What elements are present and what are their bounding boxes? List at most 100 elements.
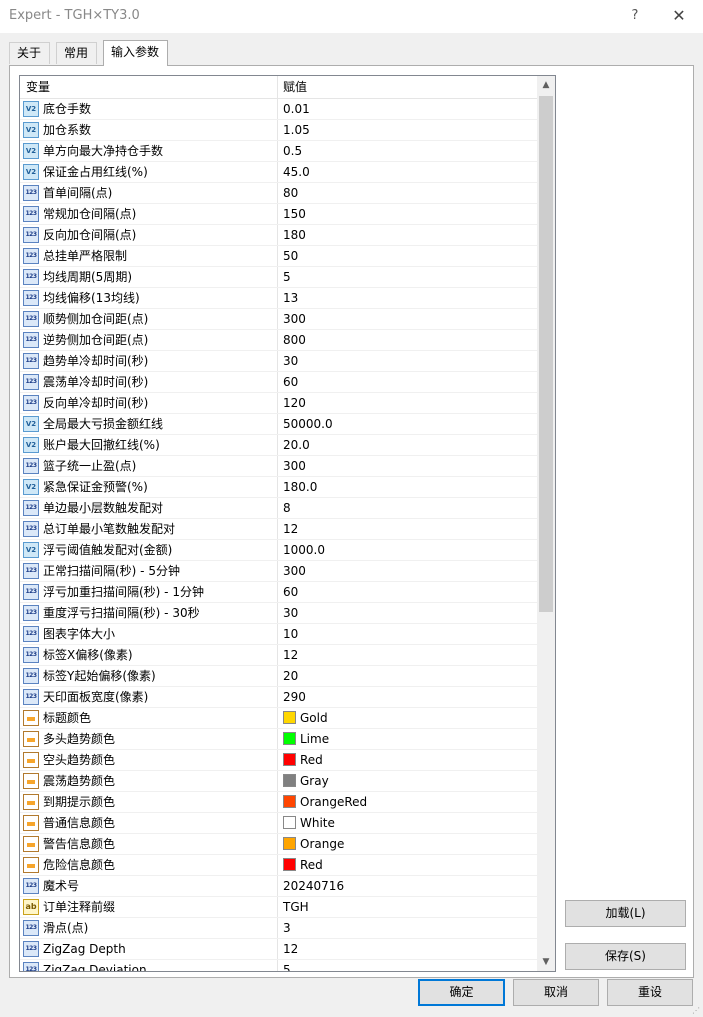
variable-cell[interactable]: V2 底仓手数 [20,99,278,119]
variable-cell[interactable]: 震荡趋势颜色 [20,771,278,791]
value-cell[interactable]: TGH [278,897,537,917]
variable-cell[interactable]: 123 常规加仓间隔(点) [20,204,278,224]
variable-cell[interactable]: V2 全局最大亏损金额红线 [20,414,278,434]
load-button[interactable]: 加载(L) [565,900,686,927]
variable-cell[interactable]: 123 均线偏移(13均线) [20,288,278,308]
table-row[interactable]: 123 图表字体大小 10 [20,624,537,645]
table-row[interactable]: 123 ZigZag Deviation 5 [20,960,537,971]
table-row[interactable]: 123 滑点(点) 3 [20,918,537,939]
variable-cell[interactable]: 123 正常扫描间隔(秒) - 5分钟 [20,561,278,581]
table-row[interactable]: 123 标签X偏移(像素) 12 [20,645,537,666]
value-cell[interactable]: 50 [278,246,537,266]
table-row[interactable]: V2 底仓手数 0.01 [20,99,537,120]
save-button[interactable]: 保存(S) [565,943,686,970]
value-cell[interactable]: 12 [278,645,537,665]
color-swatch[interactable] [283,732,296,745]
variable-cell[interactable]: 123 ZigZag Depth [20,939,278,959]
table-row[interactable]: 123 反向加仓间隔(点) 180 [20,225,537,246]
variable-cell[interactable]: 123 总挂单严格限制 [20,246,278,266]
value-cell[interactable]: 300 [278,309,537,329]
table-row[interactable]: V2 全局最大亏损金额红线 50000.0 [20,414,537,435]
value-cell[interactable]: Gold [278,708,537,728]
table-row[interactable]: 123 单边最小层数触发配对 8 [20,498,537,519]
variable-cell[interactable]: 普通信息颜色 [20,813,278,833]
variable-cell[interactable]: 到期提示颜色 [20,792,278,812]
table-row[interactable]: 123 震荡单冷却时间(秒) 60 [20,372,537,393]
value-cell[interactable]: 60 [278,372,537,392]
table-row[interactable]: V2 单方向最大净持仓手数 0.5 [20,141,537,162]
variable-cell[interactable]: 123 魔术号 [20,876,278,896]
tab-about[interactable]: 关于 [9,42,50,64]
value-cell[interactable]: 3 [278,918,537,938]
table-row[interactable]: 123 篮子统一止盈(点) 300 [20,456,537,477]
value-cell[interactable]: 180 [278,225,537,245]
variable-cell[interactable]: 123 反向单冷却时间(秒) [20,393,278,413]
table-row[interactable]: 多头趋势颜色 Lime [20,729,537,750]
variable-cell[interactable]: 123 篮子统一止盈(点) [20,456,278,476]
variable-cell[interactable]: ab 订单注释前缀 [20,897,278,917]
value-cell[interactable]: 1000.0 [278,540,537,560]
value-cell[interactable]: White [278,813,537,833]
table-row[interactable]: 标题颜色 Gold [20,708,537,729]
color-swatch[interactable] [283,753,296,766]
variable-cell[interactable]: V2 单方向最大净持仓手数 [20,141,278,161]
help-button[interactable]: ? [625,6,645,26]
variable-cell[interactable]: 123 图表字体大小 [20,624,278,644]
value-cell[interactable]: 80 [278,183,537,203]
table-row[interactable]: 空头趋势颜色 Red [20,750,537,771]
table-row[interactable]: 到期提示颜色 OrangeRed [20,792,537,813]
color-swatch[interactable] [283,858,296,871]
variable-cell[interactable]: V2 保证金占用红线(%) [20,162,278,182]
variable-cell[interactable]: 空头趋势颜色 [20,750,278,770]
value-cell[interactable]: 150 [278,204,537,224]
value-cell[interactable]: 60 [278,582,537,602]
value-cell[interactable]: OrangeRed [278,792,537,812]
table-row[interactable]: 123 天印面板宽度(像素) 290 [20,687,537,708]
value-cell[interactable]: Gray [278,771,537,791]
table-row[interactable]: 123 常规加仓间隔(点) 150 [20,204,537,225]
variable-cell[interactable]: 123 趋势单冷却时间(秒) [20,351,278,371]
value-cell[interactable]: 300 [278,561,537,581]
variable-cell[interactable]: 123 逆势侧加仓间距(点) [20,330,278,350]
variable-cell[interactable]: 123 顺势侧加仓间距(点) [20,309,278,329]
table-row[interactable]: 警告信息颜色 Orange [20,834,537,855]
value-cell[interactable]: 800 [278,330,537,350]
table-row[interactable]: 123 逆势侧加仓间距(点) 800 [20,330,537,351]
table-row[interactable]: 123 顺势侧加仓间距(点) 300 [20,309,537,330]
variable-cell[interactable]: V2 浮亏阈值触发配对(金额) [20,540,278,560]
table-row[interactable]: 123 总挂单严格限制 50 [20,246,537,267]
table-row[interactable]: V2 保证金占用红线(%) 45.0 [20,162,537,183]
variable-cell[interactable]: 123 均线周期(5周期) [20,267,278,287]
color-swatch[interactable] [283,795,296,808]
value-cell[interactable]: 0.5 [278,141,537,161]
variable-cell[interactable]: 123 重度浮亏扫描间隔(秒) - 30秒 [20,603,278,623]
table-row[interactable]: 危险信息颜色 Red [20,855,537,876]
header-value[interactable]: 赋值 [278,76,537,98]
table-row[interactable]: 123 重度浮亏扫描间隔(秒) - 30秒 30 [20,603,537,624]
variable-cell[interactable]: V2 加仓系数 [20,120,278,140]
table-row[interactable]: 123 ZigZag Depth 12 [20,939,537,960]
value-cell[interactable]: 13 [278,288,537,308]
table-row[interactable]: 普通信息颜色 White [20,813,537,834]
vertical-scrollbar[interactable]: ▲ ▼ [537,76,555,971]
resize-grip-icon[interactable]: ⋰ [692,1006,702,1016]
variable-cell[interactable]: 123 震荡单冷却时间(秒) [20,372,278,392]
variable-cell[interactable]: V2 紧急保证金预警(%) [20,477,278,497]
cancel-button[interactable]: 取消 [513,979,599,1006]
header-variable[interactable]: 变量 [20,76,278,98]
value-cell[interactable]: 5 [278,267,537,287]
table-row[interactable]: 123 趋势单冷却时间(秒) 30 [20,351,537,372]
table-row[interactable]: V2 紧急保证金预警(%) 180.0 [20,477,537,498]
value-cell[interactable]: 45.0 [278,162,537,182]
value-cell[interactable]: 50000.0 [278,414,537,434]
table-row[interactable]: V2 加仓系数 1.05 [20,120,537,141]
table-row[interactable]: V2 账户最大回撤红线(%) 20.0 [20,435,537,456]
table-row[interactable]: 123 正常扫描间隔(秒) - 5分钟 300 [20,561,537,582]
variable-cell[interactable]: 123 标签X偏移(像素) [20,645,278,665]
table-row[interactable]: V2 浮亏阈值触发配对(金额) 1000.0 [20,540,537,561]
value-cell[interactable]: 12 [278,939,537,959]
value-cell[interactable]: 0.01 [278,99,537,119]
tab-common[interactable]: 常用 [56,42,97,64]
ok-button[interactable]: 确定 [418,979,505,1006]
variable-cell[interactable]: 多头趋势颜色 [20,729,278,749]
